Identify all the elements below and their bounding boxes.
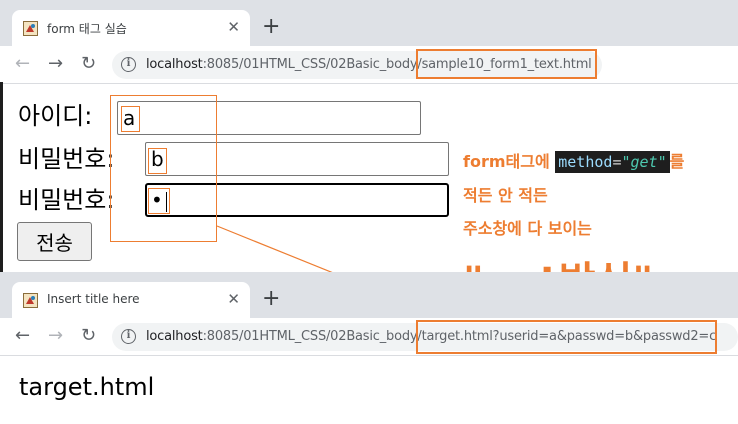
target-page-heading: target.html [19, 373, 155, 401]
annotation-arrow [216, 225, 738, 424]
url-query-highlight [416, 320, 717, 354]
site-info-icon[interactable]: i [121, 329, 136, 344]
favicon-icon [23, 293, 38, 308]
new-tab-icon[interactable]: + [262, 288, 280, 310]
tab-insert-title[interactable]: Insert title here ✕ [12, 282, 250, 318]
back-arrow-icon[interactable]: ← [15, 326, 30, 346]
reload-icon[interactable]: ↻ [81, 326, 96, 346]
close-tab-icon[interactable]: ✕ [227, 291, 240, 307]
tab-strip-2: Insert title here ✕ + [0, 272, 738, 318]
tab-title: Insert title here [47, 292, 140, 306]
forward-arrow-icon[interactable]: → [48, 326, 63, 346]
